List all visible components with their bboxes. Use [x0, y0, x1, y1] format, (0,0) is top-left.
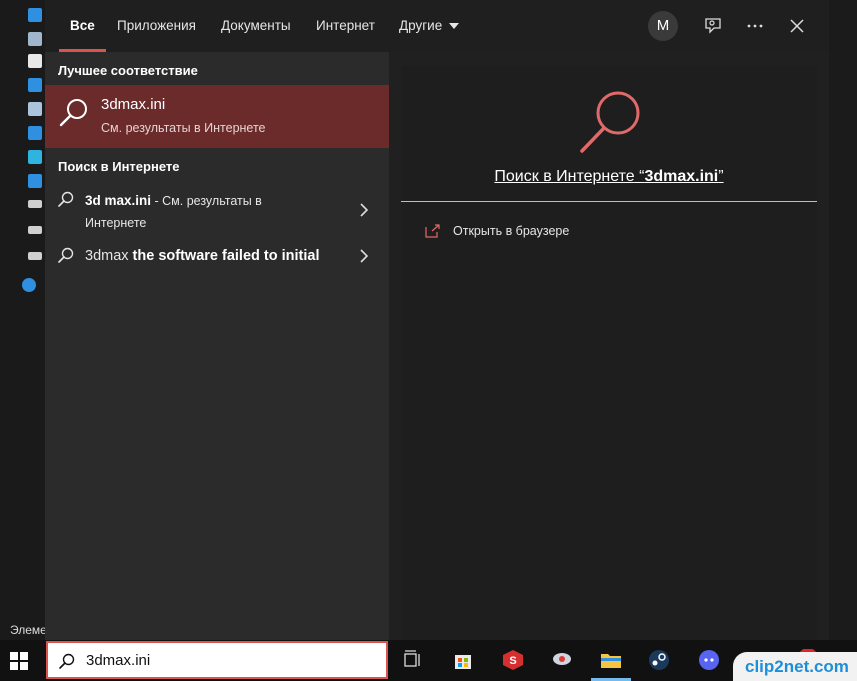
open-in-browser-label: Открыть в браузере — [453, 224, 570, 238]
search-icon — [58, 247, 74, 263]
search-panel: Все Приложения Документы Интернет Другие… — [45, 0, 829, 640]
close-button[interactable] — [784, 12, 810, 40]
file-icon — [28, 54, 42, 68]
watermark: clip2net.com — [733, 652, 857, 681]
file-explorer-icon[interactable] — [600, 649, 622, 671]
taskbar: 3dmax.ini S — [0, 640, 857, 681]
search-icon — [59, 653, 75, 669]
background-explorer-sidebar — [0, 0, 45, 640]
search-icon — [59, 99, 87, 127]
chevron-right-icon — [360, 249, 369, 263]
more-options-button[interactable] — [742, 12, 768, 40]
document-icon — [28, 32, 42, 46]
store-icon[interactable] — [452, 649, 474, 671]
drive-icon — [28, 252, 42, 260]
tab-other[interactable]: Другие — [399, 0, 460, 52]
preview-pane: Поиск в Интернете “3dmax.ini” Открыть в … — [401, 66, 817, 640]
windows-start-icon[interactable] — [10, 652, 28, 670]
desktop-icon — [28, 174, 42, 188]
chevron-right-icon — [360, 203, 369, 217]
computer-icon — [28, 8, 42, 22]
best-match-item[interactable]: 3dmax.ini См. результаты в Интернете — [45, 85, 389, 148]
steam-icon[interactable] — [648, 649, 670, 671]
web-suggestion-text: 3d max.ini - См. результаты в Интернете — [85, 193, 262, 230]
web-suggestion-item[interactable]: 3dmax the software failed to initial — [45, 244, 389, 270]
search-tabs: Все Приложения Документы Интернет Другие… — [45, 0, 829, 52]
best-match-title: 3dmax.ini — [101, 96, 166, 113]
web-search-link[interactable]: Поиск в Интернете “3dmax.ini” — [401, 168, 817, 186]
more-icon — [747, 24, 763, 28]
external-link-icon — [425, 224, 440, 238]
drive-icon — [28, 200, 42, 208]
chevron-down-icon — [449, 23, 460, 30]
feedback-button[interactable] — [700, 12, 726, 40]
download-icon — [28, 78, 42, 92]
tab-internet[interactable]: Интернет — [316, 0, 375, 52]
tab-other-label: Другие — [399, 18, 443, 33]
best-match-heading: Лучшее соответствие — [58, 63, 198, 78]
drive-icon — [28, 226, 42, 234]
taskbar-search-input[interactable]: 3dmax.ini — [46, 641, 388, 679]
background-window-edge — [829, 0, 857, 640]
tab-documents[interactable]: Документы — [221, 0, 291, 52]
web-search-heading: Поиск в Интернете — [58, 159, 180, 174]
discord-icon[interactable] — [698, 649, 720, 671]
search-icon — [58, 191, 74, 207]
tab-apps[interactable]: Приложения — [117, 0, 196, 52]
divider — [401, 201, 817, 202]
substance-painter-icon[interactable]: S — [502, 649, 524, 671]
task-view-icon[interactable] — [402, 649, 424, 671]
3d-objects-icon — [28, 150, 42, 164]
close-icon — [790, 19, 804, 33]
feedback-icon — [705, 18, 721, 34]
account-avatar[interactable]: M — [648, 11, 678, 41]
web-suggestion-text: 3dmax the software failed to initial — [85, 248, 320, 264]
image-icon — [28, 102, 42, 116]
web-suggestion-item[interactable]: 3d max.ini - См. результаты в Интернете — [45, 188, 389, 234]
app-icon[interactable] — [551, 649, 573, 671]
background-status-text: Элеме — [10, 623, 45, 637]
search-value: 3dmax.ini — [86, 652, 151, 669]
results-list: Лучшее соответствие 3dmax.ini См. резуль… — [45, 52, 389, 640]
tab-all[interactable]: Все — [59, 0, 106, 52]
search-icon — [580, 91, 640, 153]
svg-text:S: S — [509, 655, 516, 667]
network-icon — [22, 278, 36, 292]
best-match-subtitle: См. результаты в Интернете — [101, 121, 266, 135]
music-icon — [28, 126, 42, 140]
